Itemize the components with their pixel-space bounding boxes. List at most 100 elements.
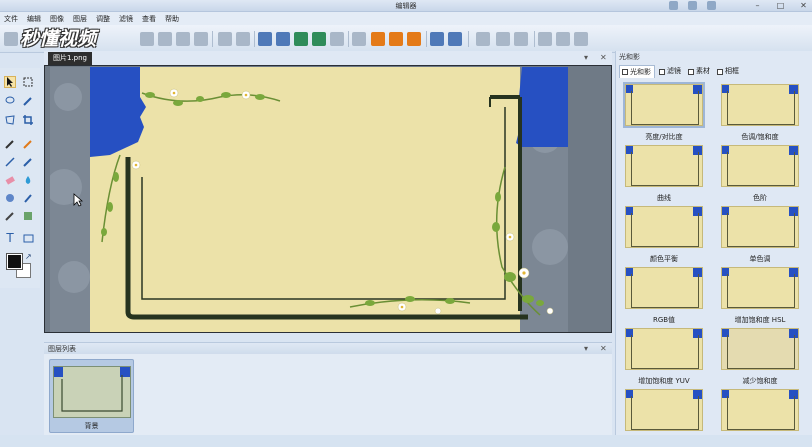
tab-materials[interactable]: 素材 xyxy=(686,65,713,78)
tab-filters[interactable]: 滤镜 xyxy=(657,65,684,78)
effects-panel-tabs: 光和影 滤镜 素材 相框 xyxy=(615,65,812,79)
paste-icon[interactable] xyxy=(176,32,190,46)
flip-horizontal-icon[interactable] xyxy=(258,32,272,46)
effect-thumbnail xyxy=(721,84,799,126)
close-icon[interactable]: ✕ xyxy=(799,1,808,10)
tab-label: 相框 xyxy=(725,67,739,75)
clear-icon[interactable] xyxy=(194,32,208,46)
menu-layer[interactable]: 图层 xyxy=(73,14,87,24)
layers-panel-title: 图层列表 xyxy=(48,345,76,353)
title-bar: 编辑器 – □ ✕ xyxy=(0,0,812,12)
effect-hue-saturation[interactable]: 色调/饱和度 xyxy=(716,82,804,142)
rect-select-tool-icon[interactable] xyxy=(22,76,34,88)
user-icon[interactable] xyxy=(669,1,678,10)
copy-icon[interactable] xyxy=(158,32,172,46)
effect-label: 增加饱和度 YUV xyxy=(638,377,690,385)
effect-desaturate[interactable]: 减少饱和度 xyxy=(716,326,804,386)
menu-edit[interactable]: 编辑 xyxy=(27,14,41,24)
brush-tool-icon[interactable] xyxy=(22,156,34,168)
document-tab[interactable]: 图片1.png xyxy=(48,52,93,65)
menu-help[interactable]: 帮助 xyxy=(165,14,179,24)
magic-wand-tool-icon[interactable] xyxy=(22,95,34,107)
tab-list-icon[interactable]: ▾ xyxy=(584,53,588,62)
effect-curves[interactable]: 曲线 xyxy=(620,143,708,203)
effect-thumbnail xyxy=(721,206,799,248)
menu-adjust[interactable]: 调整 xyxy=(96,14,110,24)
smudge-tool-icon[interactable] xyxy=(4,210,16,222)
select-all-icon[interactable] xyxy=(496,32,510,46)
effect-rgb[interactable]: RGB值 xyxy=(620,265,708,325)
stamp-tool-icon[interactable] xyxy=(4,192,16,204)
foreground-color-swatch[interactable] xyxy=(7,254,22,269)
effect-color-balance[interactable]: 颜色平衡 xyxy=(620,204,708,264)
dodge-tool-icon[interactable] xyxy=(22,192,34,204)
tab-icon xyxy=(688,68,694,75)
rectangle-tool-icon[interactable] xyxy=(22,232,34,244)
cut-icon[interactable] xyxy=(140,32,154,46)
effects-panel-title: 光和影 xyxy=(619,53,640,61)
fill-tool-icon[interactable] xyxy=(22,174,34,186)
pointer-icon[interactable] xyxy=(476,32,490,46)
close-document-icon[interactable]: ✕ xyxy=(600,53,607,62)
effect-label: 色阶 xyxy=(753,194,767,202)
panel-menu-icon[interactable]: ▾ xyxy=(584,344,588,353)
image-icon[interactable] xyxy=(330,32,344,46)
rotate-left-icon[interactable] xyxy=(294,32,308,46)
swap-colors-icon[interactable]: ↗ xyxy=(25,252,32,261)
text-tool-icon[interactable]: T xyxy=(4,232,16,244)
layer-thumbnail[interactable] xyxy=(53,366,131,418)
zoom-in-icon[interactable] xyxy=(430,32,444,46)
tab-label: 素材 xyxy=(696,67,710,75)
lasso-tool-icon[interactable] xyxy=(4,95,16,107)
effect-item[interactable] xyxy=(620,387,708,447)
eyedropper-tool-icon[interactable] xyxy=(4,138,16,150)
menu-filter[interactable]: 滤镜 xyxy=(119,14,133,24)
effect-item[interactable] xyxy=(716,387,804,447)
effect-monotone[interactable]: 单色调 xyxy=(716,204,804,264)
close-panel-icon[interactable]: ✕ xyxy=(600,344,607,353)
maximize-icon[interactable]: □ xyxy=(776,1,785,10)
effect-levels[interactable]: 色阶 xyxy=(716,143,804,203)
effect-label: 色调/饱和度 xyxy=(741,133,779,141)
resize-icon[interactable] xyxy=(352,32,366,46)
canvas-grid-icon[interactable] xyxy=(407,32,421,46)
help-icon[interactable] xyxy=(707,1,716,10)
grid-icon[interactable] xyxy=(371,32,385,46)
line-tool-icon[interactable] xyxy=(4,156,16,168)
canvas-border xyxy=(44,65,612,333)
rotate-right-icon[interactable] xyxy=(312,32,326,46)
align-right-icon[interactable] xyxy=(574,32,588,46)
layers-panel-header: 图层列表 ▾ ✕ xyxy=(44,342,612,354)
align-center-icon[interactable] xyxy=(556,32,570,46)
effect-saturation-yuv[interactable]: 增加饱和度 YUV xyxy=(620,326,708,386)
tab-light-shadow[interactable]: 光和影 xyxy=(619,65,655,78)
eraser-tool-icon[interactable] xyxy=(4,174,16,186)
deselect-icon[interactable] xyxy=(514,32,528,46)
redo-icon[interactable] xyxy=(236,32,250,46)
menu-file[interactable]: 文件 xyxy=(4,14,18,24)
zoom-out-icon[interactable] xyxy=(448,32,462,46)
menu-view[interactable]: 查看 xyxy=(142,14,156,24)
menu-image[interactable]: 图像 xyxy=(50,14,64,24)
effect-thumbnail xyxy=(623,82,705,128)
align-left-icon[interactable] xyxy=(538,32,552,46)
tab-label: 滤镜 xyxy=(667,67,681,75)
effect-saturation-hsl[interactable]: 增加饱和度 HSL xyxy=(716,265,804,325)
effect-brightness-contrast[interactable]: 亮度/对比度 xyxy=(620,82,708,142)
document-tab-bar: 图片1.png ▾ ✕ xyxy=(44,51,612,65)
flip-vertical-icon[interactable] xyxy=(276,32,290,46)
perspective-tool-icon[interactable] xyxy=(4,114,16,126)
tab-icon xyxy=(659,68,665,75)
new-file-icon[interactable] xyxy=(4,32,18,46)
move-tool-icon[interactable] xyxy=(4,76,16,88)
undo-icon[interactable] xyxy=(218,32,232,46)
minimize-icon[interactable]: – xyxy=(753,1,762,10)
tab-icon xyxy=(622,69,628,75)
tab-frames[interactable]: 相框 xyxy=(715,65,742,78)
crop-tool-icon[interactable] xyxy=(22,114,34,126)
blur-tool-icon[interactable] xyxy=(22,210,34,222)
pencil-tool-icon[interactable] xyxy=(22,138,34,150)
settings-icon[interactable] xyxy=(688,1,697,10)
crop-grid-icon[interactable] xyxy=(389,32,403,46)
effect-label: 曲线 xyxy=(657,194,671,202)
